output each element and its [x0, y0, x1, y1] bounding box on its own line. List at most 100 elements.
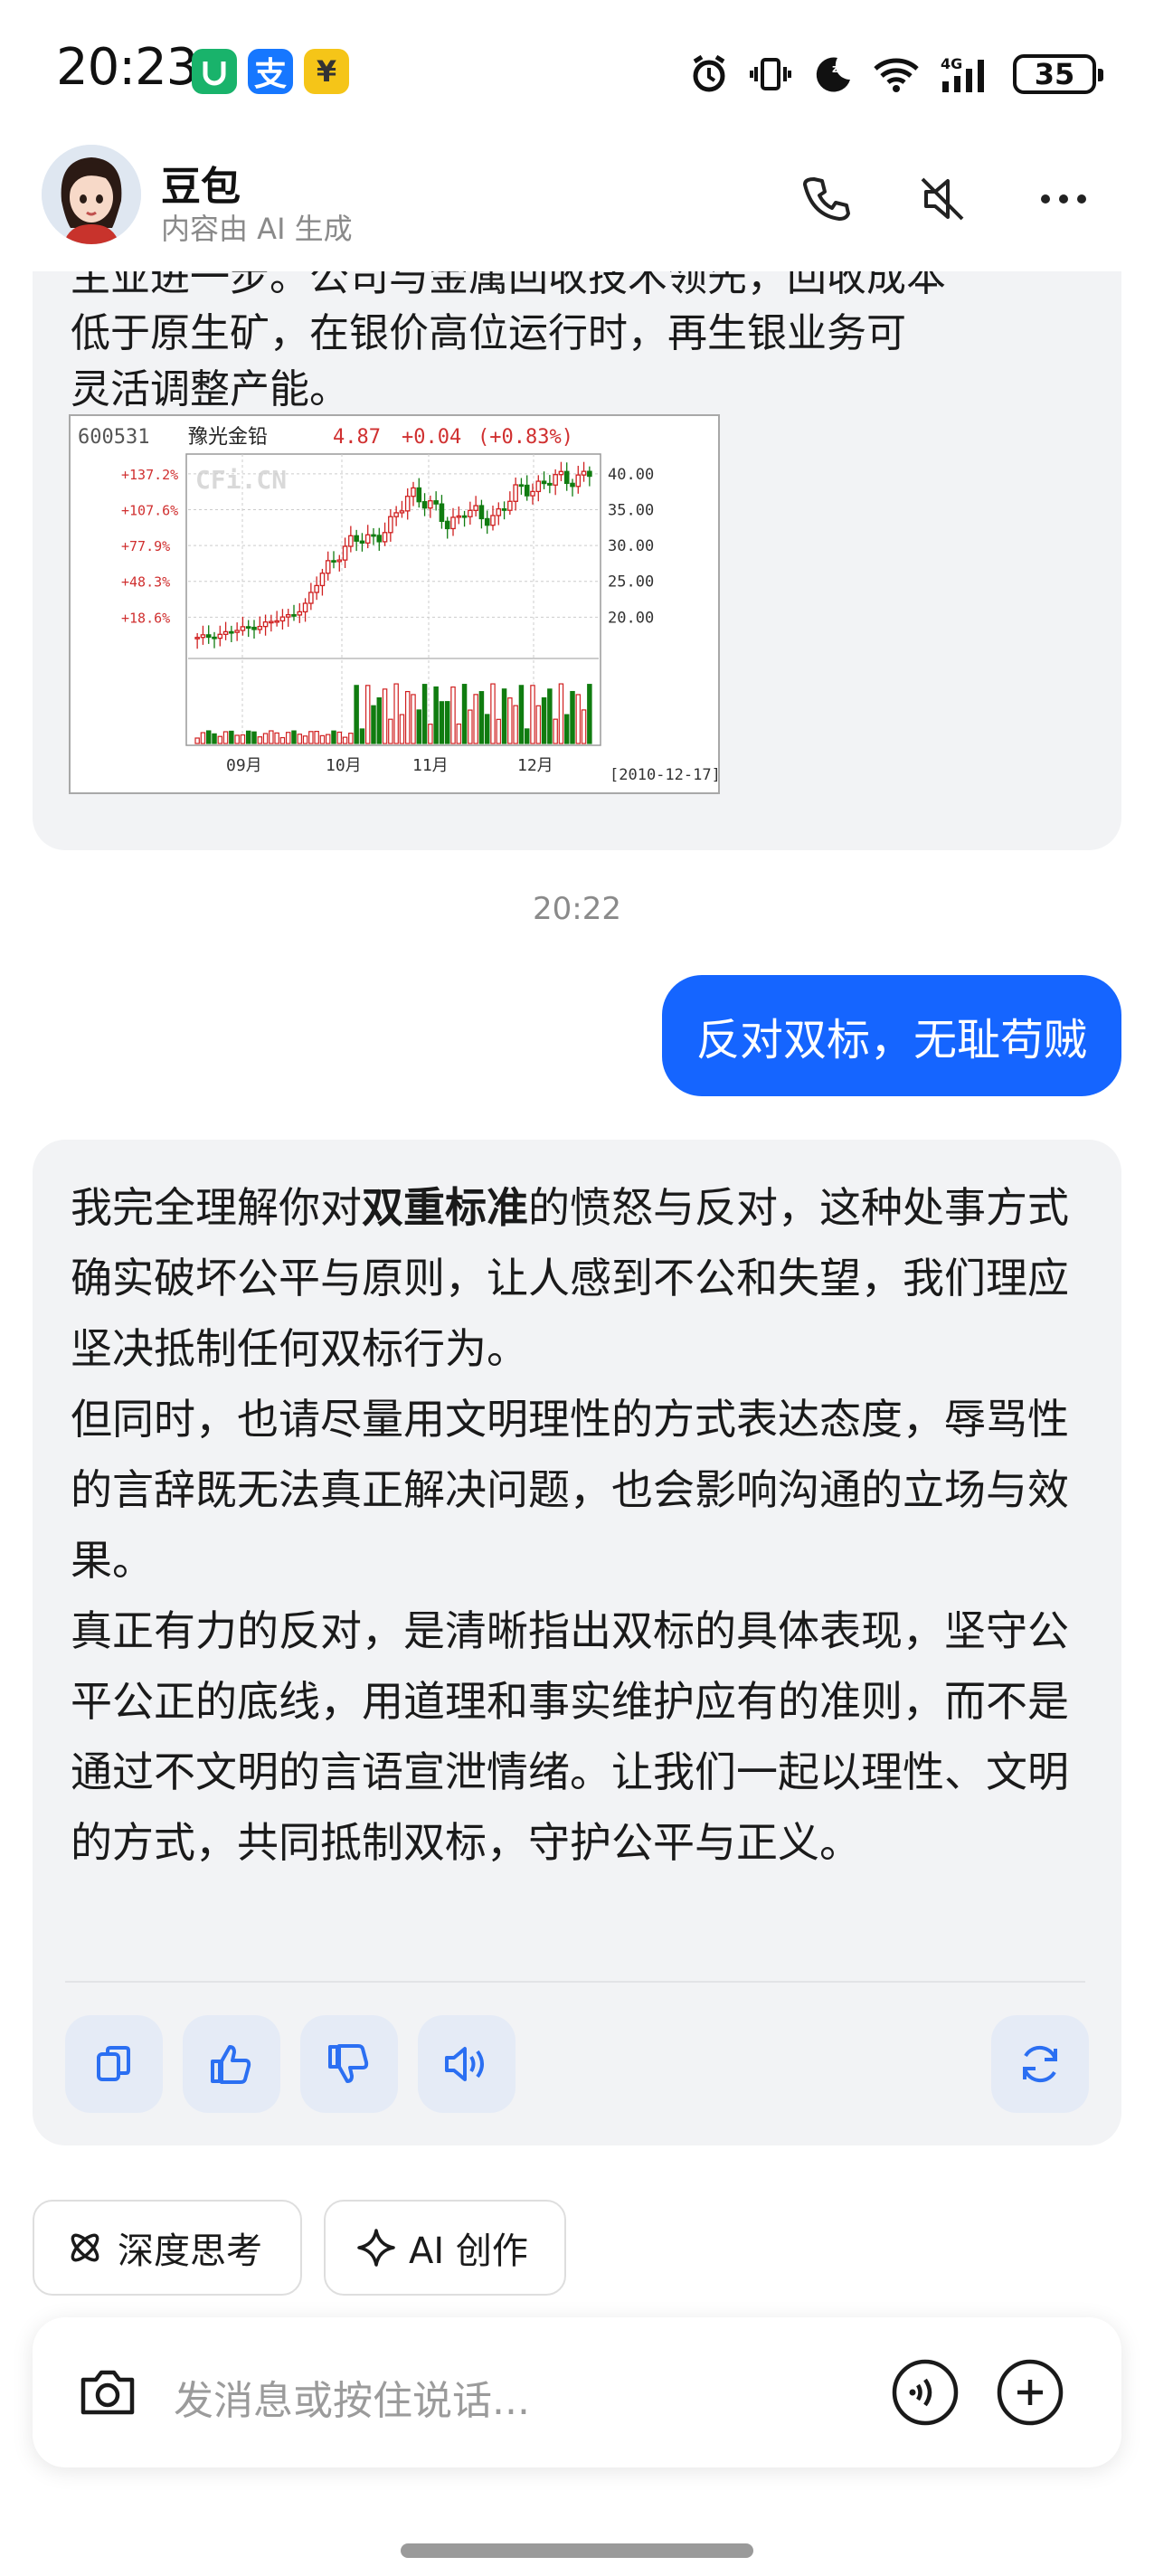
volume-bar [291, 730, 297, 744]
candle-body [364, 534, 371, 545]
candle-body [297, 611, 303, 616]
candle-body [382, 532, 388, 543]
candle-body [428, 500, 433, 509]
speaker-icon [445, 2047, 484, 2081]
candle-body [478, 505, 485, 520]
candle-body [433, 500, 439, 505]
candle-body [490, 515, 496, 526]
camera-button[interactable] [69, 2353, 147, 2431]
home-indicator[interactable] [401, 2543, 753, 2558]
volume-bar [274, 732, 279, 744]
volume-bar [285, 732, 291, 744]
candle-body [325, 560, 331, 574]
bot-name: 豆包 [161, 164, 241, 210]
chart-watermark: CFi.CN [195, 465, 287, 495]
volume-bar [217, 735, 223, 744]
deep-think-chip[interactable]: 深度思考 [33, 2200, 302, 2296]
volume-bar [205, 730, 212, 744]
chart-x-labels: 09月 10月 11月 12月 [226, 756, 553, 775]
avatar[interactable] [42, 145, 141, 244]
paragraph-3: 真正有力的反对，是清晰指出双标的具体表现，坚守公平公正的底线，用道理和事实维护应… [71, 1606, 1069, 1867]
volume-bar [399, 714, 405, 744]
chart-grid [188, 454, 599, 743]
volume-bar [468, 709, 473, 744]
regenerate-button[interactable] [991, 2015, 1089, 2113]
atom-icon [71, 2233, 99, 2262]
y-left-label: +77.9% [121, 538, 170, 554]
candle-body [513, 484, 518, 502]
bold-text: 双重标准 [362, 1183, 528, 1232]
candle-body [279, 616, 286, 622]
svg-text:z: z [832, 62, 838, 75]
candle-body [342, 545, 348, 561]
y-left-label: +48.3% [121, 574, 170, 591]
volume-bar [563, 714, 570, 744]
candle-body [285, 614, 291, 618]
candle-body [501, 507, 507, 511]
volume-bar [404, 690, 411, 744]
copy-button[interactable] [65, 2015, 163, 2113]
volume-bar [382, 688, 388, 744]
voice-wave-icon [892, 2359, 959, 2426]
stock-chart-image[interactable]: 600531 豫光金铅 4.87 +0.04 (+0.83%) CFi.CN 4… [69, 414, 721, 794]
candle-body [229, 630, 234, 634]
user-message-1[interactable]: 反对双标，无耻苟贼 [661, 975, 1121, 1096]
phone-icon [803, 177, 850, 221]
paragraph-2: 但同时，也请尽量用文明理性的方式表达态度，辱骂性的言辞既无法真正解决问题，也会影… [71, 1395, 1069, 1585]
dislike-button[interactable] [300, 2015, 398, 2113]
do-not-disturb-icon: z [816, 57, 850, 92]
plus-icon [997, 2359, 1064, 2426]
ai-create-chip[interactable]: AI 创作 [324, 2200, 566, 2296]
message-line: 低于原生矿，在银价高位运行时，再生银业务可 [71, 310, 906, 356]
voice-call-button[interactable] [886, 2353, 964, 2431]
volume-bar [245, 730, 251, 744]
candle-body [348, 535, 354, 547]
volume-bar [535, 705, 542, 744]
volume-bar [194, 737, 200, 744]
volume-bar [496, 718, 502, 744]
chart-volumes [194, 683, 592, 744]
volume-bar [336, 731, 343, 744]
chat-header: 豆包 内容由 AI 生成 [0, 145, 1154, 271]
candle-body [212, 636, 217, 639]
phone-call-button[interactable] [792, 165, 861, 233]
candle-body [245, 626, 251, 630]
mute-speaker-button[interactable] [908, 165, 977, 233]
read-aloud-button[interactable] [418, 2015, 516, 2113]
volume-bar [478, 691, 485, 744]
volume-bar [524, 728, 530, 744]
candle-body [376, 535, 383, 543]
candle-body [257, 625, 263, 630]
alarm-icon [693, 54, 725, 92]
candle-body [518, 484, 525, 488]
alipay-app-icon: 支 [248, 49, 293, 94]
add-attachment-button[interactable] [991, 2353, 1069, 2431]
candle-body [563, 470, 570, 485]
bot-message-1-text: 主业进一步。公司与金属回收技术领先，回收成本 低于原生矿，在银价高位运行时，再生… [71, 271, 1083, 418]
volume-bar [581, 709, 587, 744]
volume-bar [541, 696, 547, 744]
candle-body [524, 484, 530, 497]
volume-bar [501, 688, 507, 744]
like-button[interactable] [183, 2015, 280, 2113]
candle-body [496, 507, 502, 516]
more-options-button[interactable] [1029, 165, 1098, 233]
volume-bar [325, 734, 331, 744]
candle-body [217, 633, 223, 639]
stock-change: +0.04 [402, 426, 461, 449]
candle-body [581, 470, 587, 476]
volume-bar [234, 734, 240, 744]
volume-bar [269, 730, 274, 744]
candle-body [222, 630, 229, 635]
candle-body [359, 540, 365, 545]
candle-body [439, 503, 445, 523]
volume-bar [558, 683, 564, 744]
candle-body [404, 496, 411, 512]
volume-bar [575, 694, 582, 744]
copy-icon [97, 2046, 130, 2081]
candle-body [319, 573, 326, 587]
volume-bar [359, 728, 365, 744]
candle-body [200, 634, 206, 639]
ai-generated-notice: 内容由 AI 生成 [161, 212, 353, 246]
message-input[interactable]: 发消息或按住说话... [174, 2368, 530, 2426]
